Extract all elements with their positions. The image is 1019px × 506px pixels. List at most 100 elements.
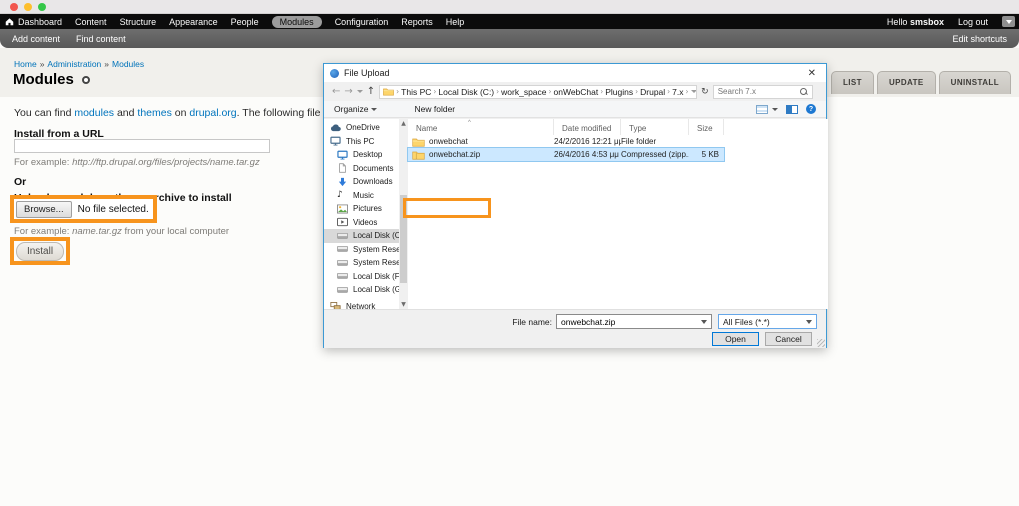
help-icon[interactable]: ?	[806, 104, 816, 114]
dialog-title-bar[interactable]: File Upload ✕	[324, 64, 826, 82]
path-breadcrumb[interactable]: › This PC › Local Disk (C:) › work_space…	[379, 84, 698, 99]
file-name-combo[interactable]	[556, 314, 712, 329]
sidebar-item-pictures[interactable]: Pictures	[324, 202, 399, 216]
video-icon	[337, 217, 349, 227]
sidebar-item-music[interactable]: ♪ Music	[324, 189, 399, 203]
path-drupal[interactable]: Drupal	[640, 87, 665, 97]
intro-text: You can find modules and themes on drupa…	[14, 107, 326, 119]
sidebar-item-onedrive[interactable]: OneDrive	[324, 121, 399, 135]
cancel-button[interactable]: Cancel	[765, 332, 812, 346]
back-icon[interactable]: ←	[332, 86, 340, 97]
column-header-date-modified[interactable]: Date modified	[554, 119, 621, 135]
search-input[interactable]	[717, 87, 798, 96]
path-separator: ›	[548, 87, 552, 96]
chevron-down-icon	[806, 319, 812, 324]
sidebar-item-local-disk-c[interactable]: Local Disk (C:)	[324, 229, 399, 243]
file-row-onwebchat-folder[interactable]: onwebchat 24/2/2016 12:21 μμ File folder	[408, 135, 724, 148]
sidebar-item-system-reserved-2[interactable]: System Reserved	[324, 256, 399, 270]
column-header-size[interactable]: Size	[689, 119, 724, 135]
path-work-space[interactable]: work_space	[501, 87, 546, 97]
zip-file-icon	[412, 150, 425, 160]
menu-appearance[interactable]: Appearance	[169, 17, 218, 27]
close-icon[interactable]: ✕	[804, 68, 820, 79]
path-dropdown-icon[interactable]	[690, 90, 697, 93]
file-row-onwebchat-zip[interactable]: onwebchat.zip 26/4/2016 4:53 μμ Compress…	[407, 147, 725, 162]
views-button[interactable]	[756, 104, 778, 114]
path-separator: ›	[667, 87, 671, 96]
mac-zoom-icon[interactable]	[38, 3, 46, 11]
menu-reports[interactable]: Reports	[401, 17, 433, 27]
up-icon[interactable]: ↑	[367, 86, 375, 97]
drive-icon	[337, 244, 349, 254]
preview-pane-icon[interactable]	[786, 104, 798, 114]
sidebar-item-local-disk-g[interactable]: Local Disk (G:)	[324, 283, 399, 297]
resize-grip[interactable]	[817, 339, 825, 347]
breadcrumb-administration[interactable]: Administration	[47, 59, 101, 69]
path-onwebchat[interactable]: onWebChat	[554, 87, 599, 97]
path-separator: ›	[433, 87, 437, 96]
chevron-down-icon	[370, 107, 377, 111]
dialog-address-bar: ← → ↑ › This PC › Local Disk (C:) › work…	[324, 83, 826, 100]
tab-update[interactable]: UPDATE	[876, 71, 936, 94]
breadcrumb-modules[interactable]: Modules	[112, 59, 144, 69]
search-box[interactable]	[712, 84, 813, 99]
path-separator: ›	[600, 87, 604, 96]
open-button[interactable]: Open	[712, 332, 759, 346]
tab-uninstall[interactable]: UNINSTALL	[938, 71, 1011, 94]
path-plugins[interactable]: Plugins	[605, 87, 633, 97]
scroll-up-icon[interactable]: ▲	[399, 119, 408, 128]
dialog-toolbar: Organize New folder ?	[324, 101, 826, 118]
edit-shortcuts-link[interactable]: Edit shortcuts	[952, 34, 1007, 44]
install-button[interactable]: Install	[15, 241, 65, 261]
menu-people[interactable]: People	[231, 17, 259, 27]
sidebar-item-this-pc[interactable]: This PC	[324, 135, 399, 149]
recent-locations-icon[interactable]	[356, 90, 363, 93]
sidebar-item-downloads[interactable]: Downloads	[324, 175, 399, 189]
breadcrumb-home[interactable]: Home	[14, 59, 37, 69]
install-url-input[interactable]	[14, 139, 270, 153]
sidebar-item-desktop[interactable]: Desktop	[324, 148, 399, 162]
path-local-disk-c[interactable]: Local Disk (C:)	[438, 87, 494, 97]
sidebar-item-system-reserved-1[interactable]: System Reserved	[324, 243, 399, 257]
themes-link[interactable]: themes	[137, 107, 171, 119]
menu-content[interactable]: Content	[75, 17, 107, 27]
chevron-down-icon	[701, 319, 707, 324]
mac-minimize-icon[interactable]	[24, 3, 32, 11]
menu-structure[interactable]: Structure	[120, 17, 157, 27]
file-name-input[interactable]	[557, 316, 701, 327]
menu-dashboard[interactable]: Dashboard	[18, 17, 62, 27]
tab-list[interactable]: LIST	[831, 71, 874, 94]
scroll-down-icon[interactable]: ▼	[399, 300, 408, 309]
menu-help[interactable]: Help	[446, 17, 465, 27]
file-type-filter-select[interactable]: All Files (*.*)	[718, 314, 817, 329]
drive-icon	[337, 285, 349, 295]
new-folder-button[interactable]: New folder	[415, 104, 456, 114]
url-example-text: For example: http://ftp.drupal.org/files…	[14, 157, 260, 168]
browse-button[interactable]: Browse...	[16, 200, 72, 218]
username: smsbox	[909, 16, 944, 27]
menu-configuration[interactable]: Configuration	[335, 17, 389, 27]
logout-link[interactable]: Log out	[958, 17, 988, 27]
sidebar-item-videos[interactable]: Videos	[324, 216, 399, 230]
mac-close-icon[interactable]	[10, 3, 18, 11]
path-this-pc[interactable]: This PC	[401, 87, 431, 97]
drupal-org-link[interactable]: drupal.org	[189, 107, 236, 119]
no-file-selected-text: No file selected.	[77, 203, 149, 215]
forward-icon[interactable]: →	[344, 86, 352, 97]
contextual-gear-icon[interactable]	[81, 75, 90, 84]
annotation-box-zip-file	[403, 198, 491, 218]
column-header-type[interactable]: Type	[621, 119, 689, 135]
sidebar-item-local-disk-f[interactable]: Local Disk (F:)	[324, 270, 399, 284]
add-content-link[interactable]: Add content	[12, 34, 60, 44]
organize-menu[interactable]: Organize	[334, 104, 377, 114]
refresh-icon[interactable]: ↻	[701, 87, 709, 97]
menu-modules-active[interactable]: Modules	[271, 15, 322, 28]
column-header-name[interactable]: Name	[408, 119, 554, 135]
modules-link[interactable]: modules	[74, 107, 114, 119]
toolbar-toggle-button[interactable]	[1002, 16, 1015, 27]
path-7x[interactable]: 7.x	[672, 87, 683, 97]
home-icon[interactable]	[0, 17, 18, 26]
find-content-link[interactable]: Find content	[76, 34, 126, 44]
screenshot-root: Dashboard Content Structure Appearance P…	[0, 0, 1019, 506]
sidebar-item-documents[interactable]: Documents	[324, 162, 399, 176]
